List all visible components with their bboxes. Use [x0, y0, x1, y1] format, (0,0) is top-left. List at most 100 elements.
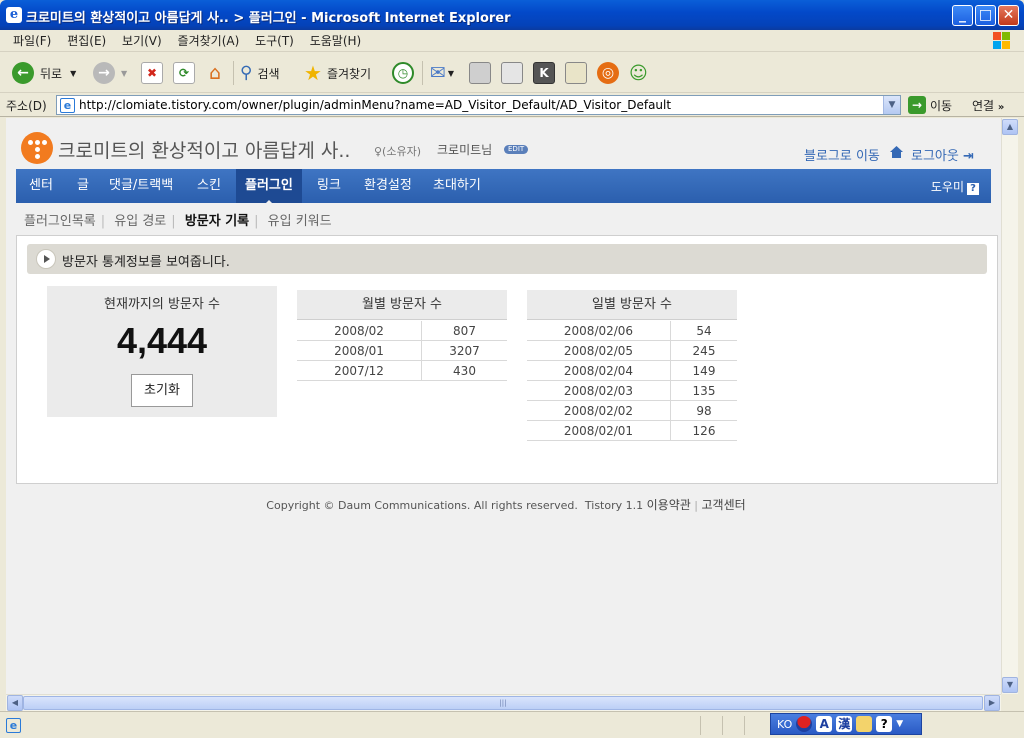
- addon-icon: ◎: [597, 62, 619, 84]
- edit-badge[interactable]: EDIT: [504, 145, 529, 154]
- nav-item-invite[interactable]: 초대하기: [424, 169, 490, 203]
- logout-icon: ⇥: [962, 149, 974, 164]
- ime-help-icon[interactable]: ?: [876, 716, 893, 732]
- subnav-plugin-list[interactable]: 플러그인목록: [24, 210, 96, 229]
- menu-view[interactable]: 보기(V): [116, 30, 168, 52]
- favorites-button[interactable]: ★ 즐겨찾기: [304, 60, 371, 86]
- language-bar[interactable]: KO A 漢 ? ▼: [770, 713, 922, 735]
- reset-button[interactable]: 초기화: [131, 374, 193, 407]
- hanja-icon[interactable]: 漢: [836, 716, 853, 732]
- tools-icon[interactable]: [856, 716, 873, 732]
- help-icon: ?: [967, 183, 979, 195]
- messenger-button[interactable]: ☺: [629, 60, 648, 86]
- stop-button[interactable]: ✖: [141, 60, 163, 86]
- sub-nav: 플러그인목록 | 유입 경로 | 방문자 기록 | 유입 키워드: [24, 210, 332, 229]
- terms-link[interactable]: 이용약관: [647, 498, 691, 512]
- subnav-visitor-log[interactable]: 방문자 기록: [185, 210, 249, 229]
- go-button[interactable]: → 이동: [908, 96, 952, 114]
- scroll-right-icon[interactable]: ▶: [984, 695, 1000, 711]
- forward-dropdown-icon[interactable]: ▼: [121, 69, 127, 78]
- refresh-button[interactable]: ⟳: [173, 60, 195, 86]
- windows-logo-icon: [992, 31, 1012, 51]
- go-label: 이동: [930, 98, 953, 113]
- day-cell: 2008/02/06: [527, 321, 671, 341]
- menu-tools[interactable]: 도구(T): [249, 30, 300, 52]
- scroll-up-icon[interactable]: ▲: [1002, 119, 1018, 135]
- nav-item-posts[interactable]: 글: [68, 169, 98, 203]
- info-bar: 방문자 통계정보를 보여줍니다.: [27, 244, 987, 274]
- month-cell: 2007/12: [297, 361, 422, 381]
- nav-item-plugin[interactable]: 플러그인: [236, 169, 302, 204]
- menu-help[interactable]: 도움말(H): [304, 30, 368, 52]
- search-button[interactable]: ⚲ 검색: [240, 60, 280, 86]
- refresh-icon: ⟳: [173, 62, 195, 84]
- nav-item-comments[interactable]: 댓글/트랙백: [100, 169, 182, 203]
- back-button[interactable]: ← 뒤로 ▼: [12, 60, 76, 86]
- language-label[interactable]: KO: [777, 718, 792, 731]
- total-count: 4,444: [116, 320, 208, 361]
- scroll-down-icon[interactable]: ▼: [1002, 677, 1018, 693]
- help-label: 도우미: [930, 180, 964, 194]
- day-cell: 2008/02/01: [527, 421, 671, 441]
- print-button[interactable]: [469, 60, 491, 86]
- day-cell: 2008/02/04: [527, 361, 671, 381]
- title-bar: e 크로미트의 환상적이고 아름답게 사.. > 플러그인 - Microsof…: [0, 0, 1024, 30]
- address-label: 주소(D): [6, 99, 47, 113]
- minimize-button[interactable]: _: [952, 5, 973, 26]
- logout-link[interactable]: 로그아웃 ⇥: [911, 145, 974, 164]
- address-url[interactable]: http://clomiate.tistory.com/owner/plugin…: [79, 98, 671, 112]
- nav-item-skin[interactable]: 스킨: [188, 169, 230, 203]
- day-cell: 2008/02/02: [527, 401, 671, 421]
- page-icon: e: [60, 98, 75, 113]
- table-row: 2007/12 430: [297, 361, 507, 381]
- back-dropdown-icon[interactable]: ▼: [70, 69, 76, 78]
- go-arrow-icon: →: [908, 96, 926, 114]
- home-icon[interactable]: [889, 145, 904, 159]
- month-cell: 2008/01: [297, 341, 422, 361]
- horizontal-scrollbar[interactable]: ◀ ||| ▶: [6, 694, 1001, 711]
- menu-edit[interactable]: 편집(E): [61, 30, 112, 52]
- subnav-referrer[interactable]: 유입 경로: [114, 210, 166, 229]
- address-input[interactable]: e http://clomiate.tistory.com/owner/plug…: [56, 95, 901, 115]
- tistory-logo-icon[interactable]: [21, 132, 53, 164]
- langbar-options-icon[interactable]: ▼: [896, 719, 903, 729]
- subnav-keywords[interactable]: 유입 키워드: [268, 210, 332, 229]
- scroll-left-icon[interactable]: ◀: [7, 695, 23, 711]
- addon-button[interactable]: ◎: [597, 60, 619, 86]
- ie-icon[interactable]: e: [6, 7, 22, 23]
- close-button[interactable]: ✕: [998, 5, 1019, 26]
- home-button[interactable]: ⌂: [204, 60, 226, 86]
- back-label: 뒤로: [40, 66, 63, 81]
- help-link[interactable]: 도우미?: [931, 178, 979, 195]
- vertical-scrollbar[interactable]: ▲ ▼: [1001, 118, 1018, 694]
- input-mode-icon[interactable]: A: [816, 716, 833, 732]
- monthly-title: 월별 방문자 수: [297, 290, 507, 320]
- maximize-button[interactable]: □: [975, 5, 996, 26]
- main-nav: 센터 글 댓글/트랙백 스킨 플러그인 링크 환경설정 초대하기 도우미?: [16, 169, 991, 204]
- links-button[interactable]: 연결 »: [972, 97, 1004, 114]
- mail-button[interactable]: ✉ ▼: [430, 60, 454, 86]
- tool-button[interactable]: [565, 60, 587, 86]
- home-icon: ⌂: [208, 62, 222, 84]
- blog-move-link[interactable]: 블로그로 이동: [804, 145, 880, 164]
- blog-title[interactable]: 크로미트의 환상적이고 아름답게 사..: [58, 136, 350, 163]
- count-cell: 430: [453, 364, 476, 378]
- logout-label: 로그아웃: [911, 149, 959, 164]
- page-viewport: 크로미트의 환상적이고 아름답게 사.. ♀(소유자) 크로미트님 EDIT 블…: [6, 118, 1018, 694]
- history-button[interactable]: ◷: [392, 60, 414, 86]
- korean-ime-icon[interactable]: [796, 716, 813, 732]
- nav-item-center[interactable]: 센터: [20, 169, 62, 203]
- forward-button[interactable]: → ▼: [93, 60, 127, 86]
- nav-item-link[interactable]: 링크: [308, 169, 350, 203]
- menu-favorites[interactable]: 즐겨찾기(A): [172, 30, 246, 52]
- support-link[interactable]: 고객센터: [702, 498, 746, 512]
- menu-file[interactable]: 파일(F): [7, 30, 57, 52]
- edit-page-button[interactable]: [501, 60, 523, 86]
- address-dropdown-icon[interactable]: ▼: [883, 96, 900, 114]
- nav-item-settings[interactable]: 환경설정: [355, 169, 421, 203]
- table-row: 2008/02/02 98: [527, 401, 737, 421]
- research-button[interactable]: K: [533, 60, 555, 86]
- scroll-thumb[interactable]: |||: [23, 696, 983, 710]
- count-cell: 807: [453, 324, 476, 338]
- mail-dropdown-icon[interactable]: ▼: [448, 69, 454, 78]
